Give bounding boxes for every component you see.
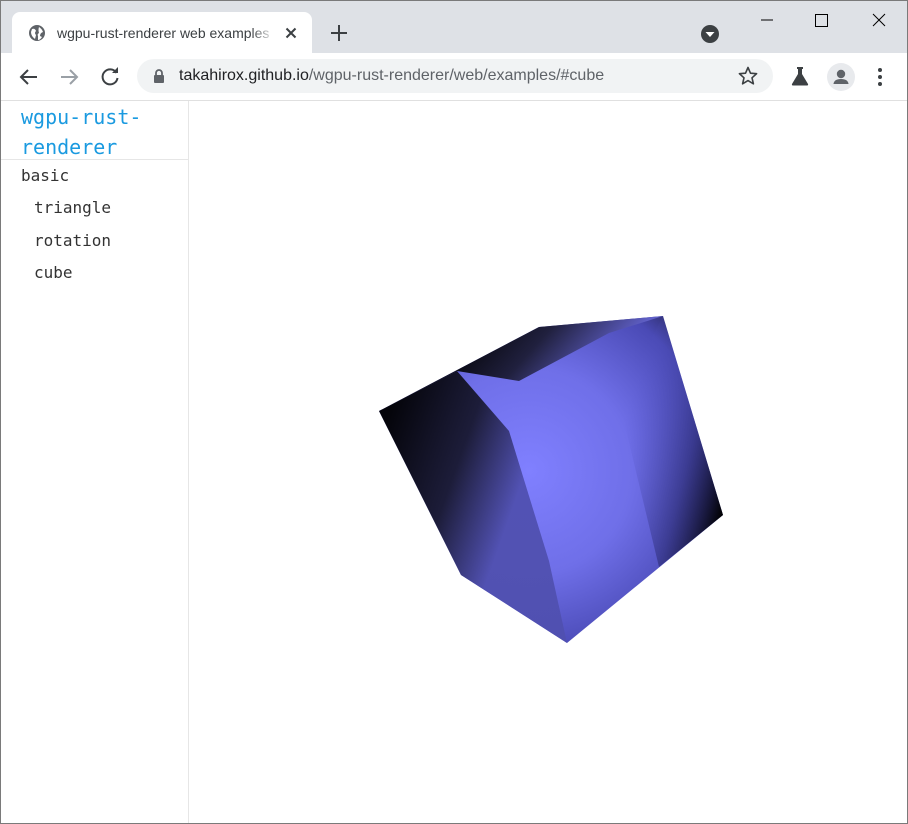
- tab-title: wgpu-rust-renderer web examples: [57, 24, 275, 42]
- address-bar[interactable]: takahirox.github.io/wgpu-rust-renderer/w…: [137, 59, 773, 93]
- globe-icon: [29, 25, 45, 41]
- more-vert-icon[interactable]: [871, 65, 889, 89]
- maximize-icon[interactable]: [794, 1, 850, 41]
- close-icon[interactable]: [282, 24, 300, 42]
- sidebar: wgpu-rust- renderer basic triangle rotat…: [1, 101, 189, 823]
- url-path: /wgpu-rust-renderer/web/examples/#cube: [308, 67, 605, 84]
- forward-arrow-icon[interactable]: [57, 65, 81, 89]
- minimize-icon[interactable]: [739, 1, 795, 41]
- brand-link[interactable]: wgpu-rust- renderer: [21, 102, 171, 162]
- render-canvas[interactable]: [189, 101, 907, 823]
- profile-avatar[interactable]: [827, 63, 855, 91]
- sidebar-item-cube[interactable]: cube: [34, 262, 73, 284]
- window-close-icon[interactable]: [851, 1, 907, 41]
- tab-strip: wgpu-rust-renderer web examples: [1, 1, 907, 53]
- browser-window: wgpu-rust-renderer web examples takahiro…: [0, 0, 908, 824]
- person-icon: [833, 69, 849, 84]
- plus-icon[interactable]: [328, 22, 350, 44]
- bookmark-star-icon[interactable]: [738, 66, 758, 86]
- tab-active[interactable]: wgpu-rust-renderer web examples: [12, 12, 312, 53]
- page-content: wgpu-rust- renderer basic triangle rotat…: [1, 101, 907, 823]
- nav-category-basic: basic: [21, 166, 70, 185]
- url-host: takahirox.github.io: [179, 67, 309, 84]
- cube-render: [379, 316, 723, 643]
- sidebar-item-rotation[interactable]: rotation: [34, 230, 111, 252]
- url-text[interactable]: takahirox.github.io/wgpu-rust-renderer/w…: [179, 67, 604, 85]
- browser-toolbar: takahirox.github.io/wgpu-rust-renderer/w…: [1, 53, 907, 101]
- lock-icon[interactable]: [152, 69, 166, 83]
- tab-search-icon[interactable]: [699, 23, 721, 45]
- brand-line-2: renderer: [21, 135, 118, 159]
- sidebar-item-triangle[interactable]: triangle: [34, 197, 111, 219]
- back-arrow-icon[interactable]: [17, 65, 41, 89]
- reload-icon[interactable]: [98, 65, 122, 89]
- brand-line-1: wgpu-rust-: [21, 105, 142, 129]
- divider: [1, 159, 188, 160]
- flask-icon[interactable]: [789, 65, 811, 87]
